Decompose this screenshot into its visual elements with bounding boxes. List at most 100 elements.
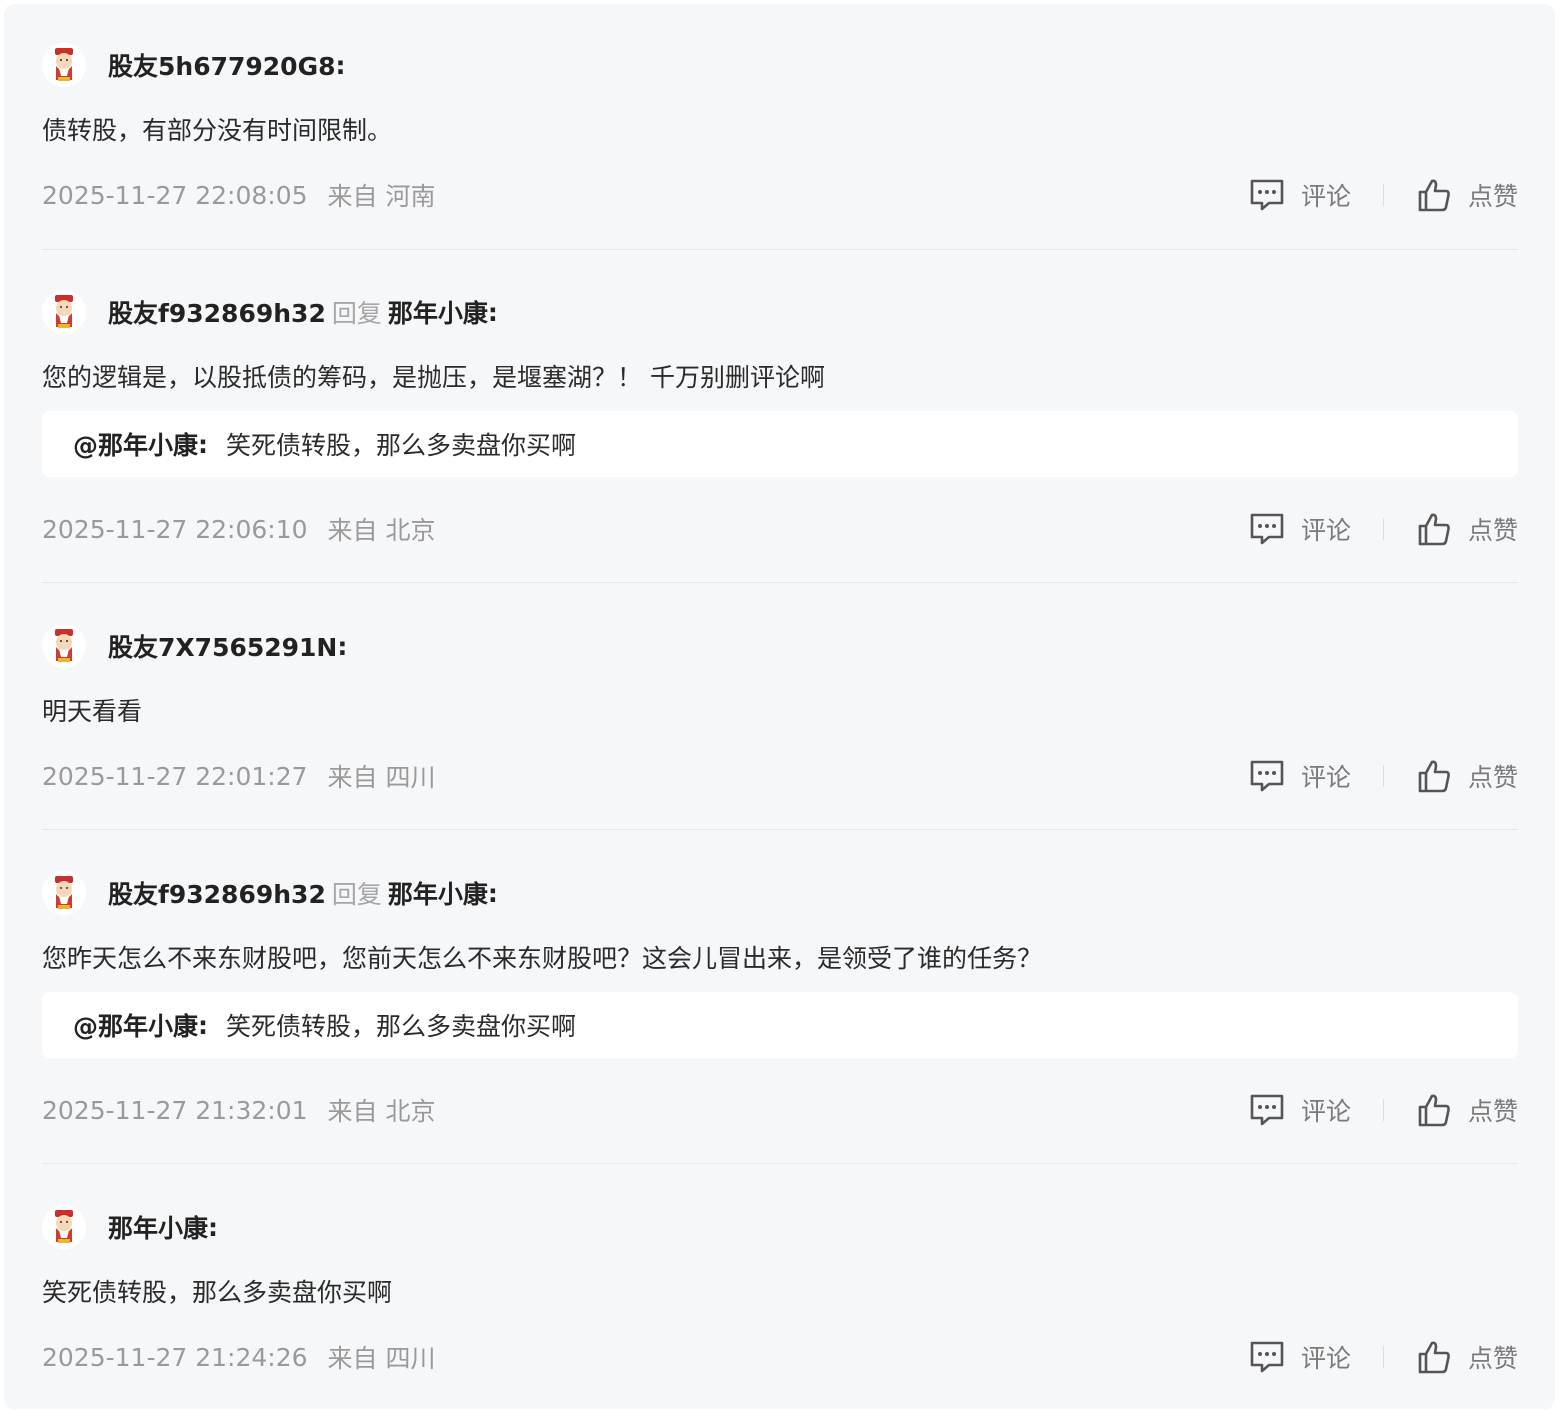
fortune-god-avatar-icon bbox=[55, 48, 73, 81]
comment-bubble-icon bbox=[1249, 511, 1285, 547]
comment-location: 来自 北京 bbox=[327, 516, 436, 545]
comment-username[interactable]: 股友5h677920G8 bbox=[108, 47, 335, 83]
like-button-label: 点赞 bbox=[1467, 516, 1518, 545]
comment-item: 股友f932869h32 回复 那年小康 : 您昨天怎么不来东财股吧，您前天怎么… bbox=[42, 869, 1518, 1129]
username-colon: : bbox=[487, 878, 498, 908]
comment-username[interactable]: 股友7X7565291N bbox=[108, 628, 337, 664]
action-separator bbox=[1382, 765, 1384, 787]
username-colon: : bbox=[337, 631, 348, 661]
comment-button[interactable]: 评论 bbox=[1249, 758, 1351, 794]
comment-meta: 2025-11-27 21:24:26 来自 四川 评论 点赞 bbox=[42, 1337, 1518, 1377]
comment-header: 股友f932869h32 回复 那年小康 : bbox=[42, 288, 498, 336]
comment-bubble-icon bbox=[1249, 1092, 1285, 1128]
comment-text: 您的逻辑是，以股抵债的筹码，是抛压，是堰塞湖？！ 千万别删评论啊 bbox=[42, 363, 825, 392]
avatar[interactable] bbox=[42, 43, 86, 87]
comment-timestamp: 2025-11-27 22:08:05 bbox=[42, 180, 308, 210]
comment-actions: 评论 点赞 bbox=[1249, 1090, 1518, 1130]
comment-text: 笑死债转股，那么多卖盘你买啊 bbox=[42, 1278, 393, 1307]
reply-keyword: 回复 bbox=[331, 299, 382, 328]
comment-username[interactable]: 那年小康 bbox=[108, 1209, 208, 1245]
comment-timestamp: 2025-11-27 21:24:26 bbox=[42, 1342, 308, 1372]
comment-button-label: 评论 bbox=[1300, 1097, 1351, 1126]
comment-timestamp: 2025-11-27 22:06:10 bbox=[42, 514, 308, 544]
fortune-god-avatar-icon bbox=[55, 295, 73, 328]
username-colon: : bbox=[208, 1212, 219, 1242]
avatar[interactable] bbox=[42, 871, 86, 915]
comment-text: 债转股，有部分没有时间限制。 bbox=[42, 116, 393, 145]
username-colon: : bbox=[335, 50, 346, 80]
like-button[interactable]: 点赞 bbox=[1416, 177, 1518, 213]
quoted-text: 笑死债转股，那么多卖盘你买啊 bbox=[226, 431, 577, 460]
quoted-comment[interactable]: @那年小康 : 笑死债转股，那么多卖盘你买啊 bbox=[42, 411, 1518, 477]
like-button-label: 点赞 bbox=[1467, 763, 1518, 792]
comment-button[interactable]: 评论 bbox=[1249, 1339, 1351, 1375]
like-button[interactable]: 点赞 bbox=[1416, 1092, 1518, 1128]
comment-location: 来自 四川 bbox=[327, 1344, 436, 1373]
comment-text: 明天看看 bbox=[42, 697, 143, 726]
comment-divider bbox=[42, 829, 1518, 830]
comment-item: 股友7X7565291N : 明天看看 2025-11-27 22:01:27 … bbox=[42, 622, 1518, 797]
comment-header: 股友7X7565291N : bbox=[42, 622, 347, 670]
like-button-label: 点赞 bbox=[1467, 182, 1518, 211]
quoted-username[interactable]: @那年小康 bbox=[73, 426, 198, 462]
comment-button[interactable]: 评论 bbox=[1249, 1092, 1351, 1128]
quoted-text: 笑死债转股，那么多卖盘你买啊 bbox=[226, 1012, 577, 1041]
comment-button[interactable]: 评论 bbox=[1249, 177, 1351, 213]
action-separator bbox=[1382, 184, 1384, 206]
comment-actions: 评论 点赞 bbox=[1249, 509, 1518, 549]
comment-location: 来自 四川 bbox=[327, 763, 436, 792]
comment-header: 股友5h677920G8 : bbox=[42, 41, 345, 89]
thumbs-up-icon bbox=[1416, 1339, 1452, 1375]
comment-actions: 评论 点赞 bbox=[1249, 756, 1518, 796]
avatar[interactable] bbox=[42, 290, 86, 334]
comment-username[interactable]: 股友f932869h32 bbox=[108, 875, 326, 911]
thumbs-up-icon bbox=[1416, 177, 1452, 213]
comment-divider bbox=[42, 582, 1518, 583]
quoted-colon: : bbox=[198, 429, 209, 459]
reply-keyword: 回复 bbox=[331, 880, 382, 909]
thumbs-up-icon bbox=[1416, 511, 1452, 547]
comment-bubble-icon bbox=[1249, 758, 1285, 794]
comment-meta: 2025-11-27 22:06:10 来自 北京 评论 点赞 bbox=[42, 509, 1518, 549]
comment-actions: 评论 点赞 bbox=[1249, 175, 1518, 215]
comment-divider bbox=[42, 249, 1518, 250]
comment-item: 股友5h677920G8 : 债转股，有部分没有时间限制。 2025-11-27… bbox=[42, 41, 1518, 216]
comment-header: 股友f932869h32 回复 那年小康 : bbox=[42, 869, 498, 917]
comment-button[interactable]: 评论 bbox=[1249, 511, 1351, 547]
like-button[interactable]: 点赞 bbox=[1416, 511, 1518, 547]
comment-divider bbox=[42, 1163, 1518, 1164]
avatar[interactable] bbox=[42, 624, 86, 668]
avatar[interactable] bbox=[42, 1205, 86, 1249]
like-button-label: 点赞 bbox=[1467, 1097, 1518, 1126]
comment-bubble-icon bbox=[1249, 1339, 1285, 1375]
comment-item: 股友f932869h32 回复 那年小康 : 您的逻辑是，以股抵债的筹码，是抛压… bbox=[42, 288, 1518, 548]
thumbs-up-icon bbox=[1416, 1092, 1452, 1128]
comment-button-label: 评论 bbox=[1300, 1344, 1351, 1373]
comment-actions: 评论 点赞 bbox=[1249, 1337, 1518, 1377]
comment-location: 来自 河南 bbox=[327, 182, 436, 211]
comment-meta: 2025-11-27 22:01:27 来自 四川 评论 点赞 bbox=[42, 756, 1518, 796]
like-button[interactable]: 点赞 bbox=[1416, 1339, 1518, 1375]
fortune-god-avatar-icon bbox=[55, 629, 73, 662]
comment-text: 您昨天怎么不来东财股吧，您前天怎么不来东财股吧？这会儿冒出来，是领受了谁的任务？ bbox=[42, 944, 1043, 973]
like-button[interactable]: 点赞 bbox=[1416, 758, 1518, 794]
quoted-comment[interactable]: @那年小康 : 笑死债转股，那么多卖盘你买啊 bbox=[42, 992, 1518, 1058]
reply-target-username[interactable]: 那年小康 bbox=[388, 294, 488, 330]
comment-timestamp: 2025-11-27 21:32:01 bbox=[42, 1095, 308, 1125]
comment-list: 股友5h677920G8 : 债转股，有部分没有时间限制。 2025-11-27… bbox=[4, 4, 1555, 1409]
like-button-label: 点赞 bbox=[1467, 1344, 1518, 1373]
comment-meta: 2025-11-27 21:32:01 来自 北京 评论 点赞 bbox=[42, 1090, 1518, 1130]
action-separator bbox=[1382, 1346, 1384, 1368]
action-separator bbox=[1382, 1099, 1384, 1121]
username-colon: : bbox=[487, 297, 498, 327]
thumbs-up-icon bbox=[1416, 758, 1452, 794]
comment-header: 那年小康 : bbox=[42, 1203, 218, 1251]
quoted-username[interactable]: @那年小康 bbox=[73, 1007, 198, 1043]
reply-target-username[interactable]: 那年小康 bbox=[388, 875, 488, 911]
comment-bubble-icon bbox=[1249, 177, 1285, 213]
comment-location: 来自 北京 bbox=[327, 1097, 436, 1126]
comment-item: 那年小康 : 笑死债转股，那么多卖盘你买啊 2025-11-27 21:24:2… bbox=[42, 1203, 1518, 1378]
action-separator bbox=[1382, 518, 1384, 540]
comment-username[interactable]: 股友f932869h32 bbox=[108, 294, 326, 330]
comment-button-label: 评论 bbox=[1300, 763, 1351, 792]
